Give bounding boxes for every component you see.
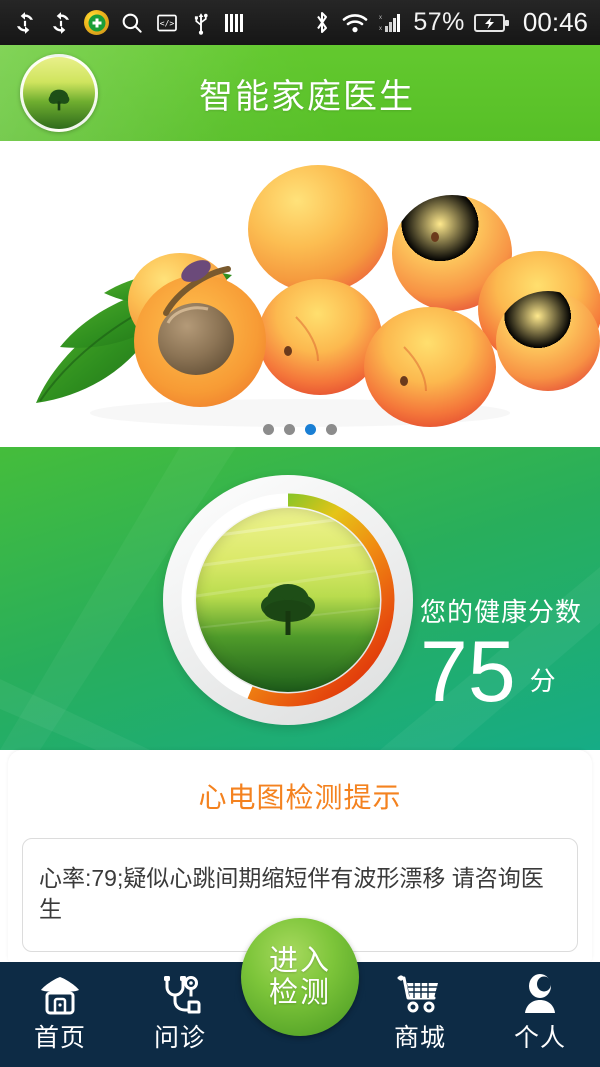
tree-icon bbox=[48, 89, 70, 111]
search-icon bbox=[119, 10, 145, 36]
health-score-section: 您的健康分数 75 分 bbox=[0, 447, 600, 750]
carousel-dot[interactable] bbox=[326, 424, 337, 435]
svg-text:x: x bbox=[379, 15, 382, 21]
sync-icon bbox=[12, 10, 38, 36]
sync-icon bbox=[48, 10, 74, 36]
score-value: 75 bbox=[420, 624, 516, 720]
start-detection-button[interactable]: 进入 检测 bbox=[241, 918, 359, 1036]
green-plus-circle-icon bbox=[84, 10, 109, 35]
svg-text:</>: </> bbox=[160, 19, 175, 28]
shopping-cart-icon bbox=[396, 974, 444, 1016]
ecg-card-title: 心电图检测提示 bbox=[198, 782, 402, 813]
health-gauge bbox=[163, 475, 413, 725]
wifi-icon bbox=[341, 11, 369, 35]
nav-label-home: 首页 bbox=[33, 1024, 86, 1052]
avatar[interactable] bbox=[20, 54, 98, 132]
usb-icon bbox=[189, 10, 213, 36]
code-brackets-icon: </> bbox=[155, 11, 179, 35]
carousel-dots[interactable] bbox=[0, 424, 600, 435]
center-button-line2: 检测 bbox=[268, 977, 331, 1009]
status-bar-right-icons: x x 57% 00:46 bbox=[312, 7, 588, 38]
battery-percent-label: 57% bbox=[413, 8, 465, 36]
score-block: 您的健康分数 75 分 bbox=[420, 592, 600, 720]
nav-item-consult[interactable]: 问诊 bbox=[120, 962, 240, 1054]
carousel-dot-active[interactable] bbox=[305, 424, 316, 435]
nav-label-consult: 问诊 bbox=[153, 1024, 206, 1052]
signal-bars-icon: x x bbox=[378, 11, 404, 35]
stethoscope-icon bbox=[158, 974, 202, 1016]
nav-item-home[interactable]: 首页 bbox=[0, 962, 120, 1054]
gauge-center-image bbox=[196, 508, 380, 692]
status-bar-left-icons: </> bbox=[12, 10, 312, 36]
page-title: 智能家庭医生 bbox=[199, 77, 415, 116]
clock-label: 00:46 bbox=[522, 7, 588, 37]
center-button-line1: 进入 bbox=[268, 944, 331, 977]
bottom-navigation: 首页 问诊 商城 个人 进入 检测 bbox=[0, 918, 600, 1067]
banner-image bbox=[0, 141, 600, 447]
carousel-dot[interactable] bbox=[263, 424, 274, 435]
nav-label-personal: 个人 bbox=[513, 1024, 566, 1052]
ecg-message: 心率:79;疑似心跳间期缩短伴有波形漂移 请咨询医生 bbox=[39, 865, 544, 923]
app-header: 智能家庭医生 bbox=[0, 45, 600, 141]
svg-text:x: x bbox=[379, 26, 382, 32]
nav-item-personal[interactable]: 个人 bbox=[480, 962, 600, 1054]
carousel-dot[interactable] bbox=[284, 424, 295, 435]
score-row: 75 分 bbox=[420, 624, 600, 720]
bluetooth-icon bbox=[312, 9, 332, 36]
home-icon bbox=[38, 974, 82, 1016]
bars-icon bbox=[223, 11, 245, 35]
status-bar: </> x x 57% 00:46 bbox=[0, 0, 600, 45]
score-unit: 分 bbox=[529, 666, 556, 697]
battery-charging-icon bbox=[473, 12, 510, 34]
app-screen: </> x x 57% 00:46 智能家庭医生 您的健康分数 75 分 心电图… bbox=[0, 0, 600, 1067]
person-icon bbox=[520, 974, 560, 1016]
nav-item-mall[interactable]: 商城 bbox=[360, 962, 480, 1054]
banner-carousel[interactable] bbox=[0, 141, 600, 447]
nav-label-mall: 商城 bbox=[393, 1024, 446, 1052]
tree-icon bbox=[261, 584, 315, 636]
